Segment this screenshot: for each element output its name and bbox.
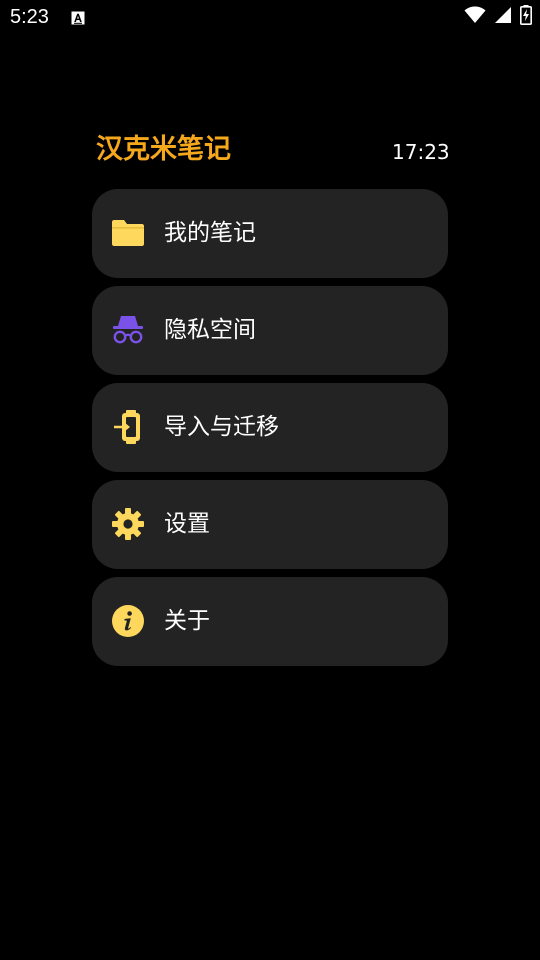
menu-item-label: 设置 [164,511,210,537]
info-icon [110,603,146,639]
menu-item-settings[interactable]: 设置 [92,480,448,569]
menu-item-label: 导入与迁移 [164,414,279,440]
app-title: 汉克米笔记 [96,134,231,165]
cellular-icon [494,6,512,28]
import-device-icon [110,409,146,445]
menu-item-label: 关于 [164,608,210,634]
notification-a-icon [71,10,85,25]
wifi-icon [464,6,486,28]
status-icons [464,5,532,29]
battery-charging-icon [520,5,532,29]
header-clock: 17:23 [392,140,450,164]
app-screen: 5:23 汉克米笔记 17:23 我的笔记 隐私空间 导入与迁移 设置 关于 [0,0,540,960]
main-menu: 我的笔记 隐私空间 导入与迁移 设置 关于 [92,189,448,674]
status-time: 5:23 [10,6,49,28]
menu-item-about[interactable]: 关于 [92,577,448,666]
gear-icon [110,506,146,542]
menu-item-my-notes[interactable]: 我的笔记 [92,189,448,278]
folder-icon [110,215,146,251]
menu-item-private-space[interactable]: 隐私空间 [92,286,448,375]
incognito-icon [110,312,146,348]
menu-item-label: 隐私空间 [164,317,256,343]
status-bar: 5:23 [0,0,540,36]
menu-item-label: 我的笔记 [164,220,256,246]
menu-item-import-migrate[interactable]: 导入与迁移 [92,383,448,472]
